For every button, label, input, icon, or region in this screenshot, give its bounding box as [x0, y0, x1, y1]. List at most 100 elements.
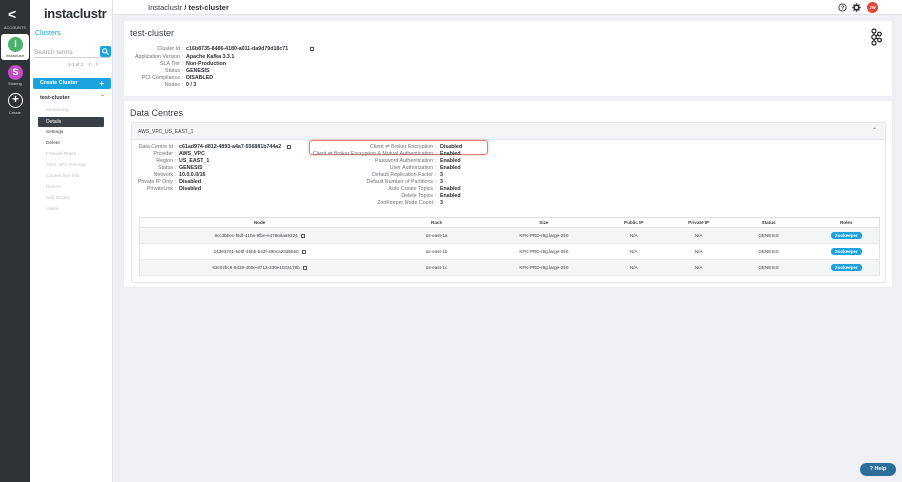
- create-account-label: Create: [9, 111, 21, 115]
- col-node: Node: [139, 217, 380, 228]
- pagination: 1-1 of 1 ‹ ›: [68, 62, 98, 68]
- mutual-authentication-label: Client ⇌ Broker Encryption & Mutual Auth…: [312, 151, 436, 157]
- nav-connection-info[interactable]: Connection Info: [46, 174, 80, 179]
- chevron-up-icon[interactable]: ⌃: [872, 127, 877, 134]
- data-centre-panel: AWS_VPC_US_EAST_1 ⌃ Data Centre Id : c61…: [131, 122, 886, 283]
- private-ip-only-label: Private IP Only :: [137, 179, 176, 185]
- user-avatar[interactable]: JW: [867, 2, 878, 13]
- role-badge: Zookeeper: [830, 264, 862, 271]
- instaclustr-logo[interactable]: instaclustr: [44, 6, 107, 21]
- network-label: Network :: [153, 172, 176, 178]
- data-centre-header[interactable]: AWS_VPC_US_EAST_1 ⌃: [132, 123, 885, 140]
- back-icon[interactable]: <: [8, 6, 16, 22]
- breadcrumb-current: test-cluster: [188, 3, 229, 12]
- search-input[interactable]: [34, 47, 94, 57]
- auto-create-topics-value: Enabled: [440, 186, 461, 192]
- region-label: Region :: [156, 158, 176, 164]
- nav-add-nodes[interactable]: Add Nodes: [46, 196, 70, 201]
- cluster-id-label: Cluster Id :: [157, 46, 183, 52]
- breadcrumb-root[interactable]: Instaclustr: [148, 3, 182, 12]
- node-id: 8cc3bbec-f6df-410a-9fbe-e47666aa5324: [214, 233, 298, 238]
- sla-tier-label: SLA Tier :: [160, 61, 183, 67]
- plus-icon: +: [99, 79, 104, 88]
- copy-icon[interactable]: [300, 233, 305, 238]
- chevron-left-icon[interactable]: ‹: [89, 62, 91, 68]
- nav-monitoring[interactable]: Monitoring: [46, 108, 68, 113]
- svg-text:?: ?: [841, 6, 844, 12]
- status-cell: GENESIS: [723, 227, 814, 244]
- node-cell: 8cc3bbec-f6df-410a-9fbe-e47666aa5324: [139, 227, 380, 244]
- chevron-right-icon[interactable]: ›: [96, 62, 98, 68]
- roles-cell: Zookeeper: [813, 227, 880, 244]
- provider-value: AWS_VPC: [179, 151, 205, 157]
- create-cluster-button[interactable]: Create Cluster +: [33, 78, 111, 89]
- account-avatar-instaclustr[interactable]: I: [8, 37, 23, 52]
- provider-label: Provider :: [153, 151, 176, 157]
- cluster-title: test-cluster: [130, 28, 175, 38]
- create-account-icon[interactable]: +: [8, 93, 23, 108]
- nodes-table: Node Rack Size Public IP Private IP Stat…: [139, 217, 880, 276]
- private-ip-cell: N/A: [673, 259, 724, 276]
- status-label: Status :: [165, 68, 183, 74]
- privatelink-label: PrivateLink :: [146, 186, 176, 192]
- nav-delete[interactable]: Delete: [46, 141, 60, 146]
- data-centres-card: Data Centres AWS_VPC_US_EAST_1 ⌃ Data Ce…: [124, 101, 892, 287]
- data-centres-title: Data Centres: [130, 108, 184, 118]
- chevron-up-icon[interactable]: ⌃: [100, 94, 105, 101]
- top-bar: Instaclustr / test-cluster ? JW: [113, 0, 902, 15]
- private-ip-cell: N/A: [673, 227, 724, 244]
- col-roles: Roles: [813, 217, 880, 228]
- help-circle-icon: ?: [869, 466, 873, 472]
- nav-details[interactable]: Details: [38, 117, 104, 127]
- data-centre-id-value: c61ad974-d812-4893-a4a7-556881b744a2: [179, 144, 282, 150]
- region-value: US_EAST_1: [179, 158, 210, 164]
- search-icon: [102, 48, 109, 55]
- cluster-nav-name[interactable]: test-cluster: [40, 95, 70, 101]
- col-status: Status: [723, 217, 814, 228]
- copy-icon[interactable]: [310, 47, 314, 51]
- password-authentication-value: Enabled: [440, 158, 461, 164]
- size-cell: KFK-PRD-r6g.large-250: [493, 259, 594, 276]
- size-cell: KFK-PRD-r6g.large-250: [493, 227, 594, 244]
- search-bar: [34, 46, 111, 58]
- sidebar: instaclustr Clusters 1-1 of 1 ‹ › Create…: [30, 0, 113, 482]
- table-row: 63c02bc8-9439-400e-8713-230e1033179b us-…: [139, 259, 880, 276]
- copy-icon[interactable]: [301, 249, 306, 254]
- question-circle-icon[interactable]: ?: [838, 3, 847, 12]
- col-public-ip: Public IP: [593, 217, 674, 228]
- nav-firewall-rules[interactable]: Firewall Rules: [46, 152, 76, 157]
- public-ip-cell: N/A: [593, 259, 674, 276]
- nodes-label: Nodes :: [164, 82, 183, 88]
- search-button[interactable]: [100, 46, 111, 57]
- rack-cell: us-east-1a: [379, 227, 494, 244]
- size-cell: KFK-PRD-r6g.large-250: [493, 243, 594, 260]
- mutual-authentication-value: Enabled: [440, 151, 461, 157]
- copy-icon[interactable]: [302, 265, 307, 270]
- role-badge: Zookeeper: [830, 248, 862, 255]
- clusters-heading: Clusters: [35, 30, 61, 37]
- private-ip-only-value: Disabled: [179, 179, 202, 185]
- col-size: Size: [493, 217, 594, 228]
- account-rail: < ACCOUNTS I Instaclustr S Sharing + Cre…: [0, 0, 30, 482]
- gear-icon[interactable]: [852, 3, 861, 12]
- public-ip-cell: N/A: [593, 227, 674, 244]
- dc-status-value: GENESIS: [179, 165, 203, 171]
- roles-cell: Zookeeper: [813, 243, 880, 260]
- sla-tier-value: Non-Production: [186, 61, 227, 67]
- dc-status-label: Status :: [158, 165, 176, 171]
- nav-settings[interactable]: Settings: [46, 130, 63, 135]
- user-authorization-label: User Authorization :: [389, 165, 436, 171]
- replication-factor-label: Default Replication Factor :: [372, 172, 436, 178]
- nodes-value: 0 / 3: [186, 82, 197, 88]
- nav-users[interactable]: Users: [46, 207, 59, 212]
- help-button[interactable]: ? Help: [860, 463, 896, 476]
- nav-details-label: Details: [46, 119, 62, 125]
- delete-topics-value: Enabled: [440, 193, 461, 199]
- account-avatar-sharing[interactable]: S: [8, 65, 23, 80]
- nav-resize[interactable]: Resize: [46, 185, 61, 190]
- status-cell: GENESIS: [723, 259, 814, 276]
- nav-aws-vpc-peering[interactable]: AWS VPC Peering: [46, 163, 86, 168]
- node-cell: 24383701-5e5f-45bb-b42f-490ca23d5b50: [139, 243, 380, 260]
- status-cell: GENESIS: [723, 243, 814, 260]
- cluster-card: test-cluster Cluster Id : c16b8735-8486-…: [124, 21, 892, 96]
